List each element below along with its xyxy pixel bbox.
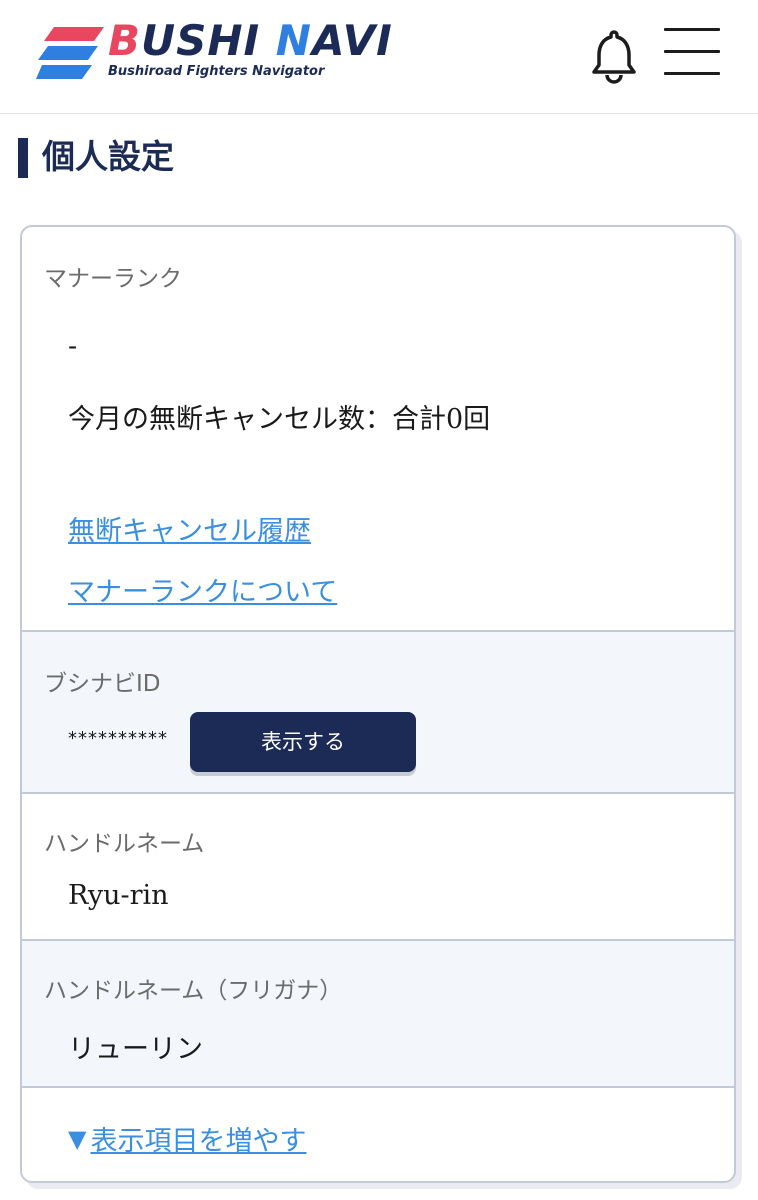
manner-rank-value: - (68, 331, 78, 362)
expand-items-label: 表示項目を増やす (90, 1126, 307, 1157)
page-title: 個人設定 (42, 137, 174, 176)
triangle-down-icon: ▼ (68, 1124, 87, 1153)
menu-line (664, 72, 720, 75)
logo-title: BUSHI NAVI (108, 20, 393, 62)
menu-line (664, 28, 720, 31)
logo-letter-b: B (108, 16, 142, 65)
app-header: BUSHI NAVI Bushiroad Fighters Navigator (0, 0, 758, 114)
bushi-navi-logo[interactable]: BUSHI NAVI Bushiroad Fighters Navigator (36, 20, 416, 88)
bushinavi-id-label: ブシナビID (44, 671, 161, 697)
logo-subtitle: Bushiroad Fighters Navigator (108, 64, 325, 79)
bell-icon[interactable] (588, 28, 640, 84)
logo-letter-n: N (275, 16, 312, 65)
handle-name-kana-value: リューリン (68, 1034, 203, 1065)
hamburger-menu-icon[interactable] (664, 28, 722, 80)
handle-name-kana-section: ハンドルネーム（フリガナ） リューリン (22, 941, 734, 1088)
expand-items-link[interactable]: ▼ 表示項目を増やす (68, 1119, 306, 1158)
manner-rank-section: マナーランク - 今月の無断キャンセル数：合計0回 無断キャンセル履歴 マナーラ… (22, 227, 734, 632)
handle-name-section: ハンドルネーム Ryu-rin (22, 794, 734, 941)
cancel-history-link[interactable]: 無断キャンセル履歴 (68, 509, 311, 548)
cancel-count-text: 今月の無断キャンセル数：合計0回 (68, 404, 491, 435)
personal-settings-card: マナーランク - 今月の無断キャンセル数：合計0回 無断キャンセル履歴 マナーラ… (20, 225, 736, 1183)
logo-word-ushi: USHI (141, 16, 276, 65)
handle-name-kana-label: ハンドルネーム（フリガナ） (44, 978, 343, 1004)
handle-name-label: ハンドルネーム (44, 831, 205, 857)
logo-word-avi: AVI (311, 16, 393, 65)
show-id-button[interactable]: 表示する (190, 712, 416, 772)
manner-rank-about-link[interactable]: マナーランクについて (68, 570, 337, 609)
logo-mark-icon (36, 27, 104, 79)
manner-rank-label: マナーランク (44, 266, 182, 292)
handle-name-value: Ryu-rin (68, 880, 169, 911)
menu-line (664, 50, 720, 53)
bushinavi-id-masked-value: ********** (68, 728, 168, 749)
page-title-accent (18, 138, 28, 178)
